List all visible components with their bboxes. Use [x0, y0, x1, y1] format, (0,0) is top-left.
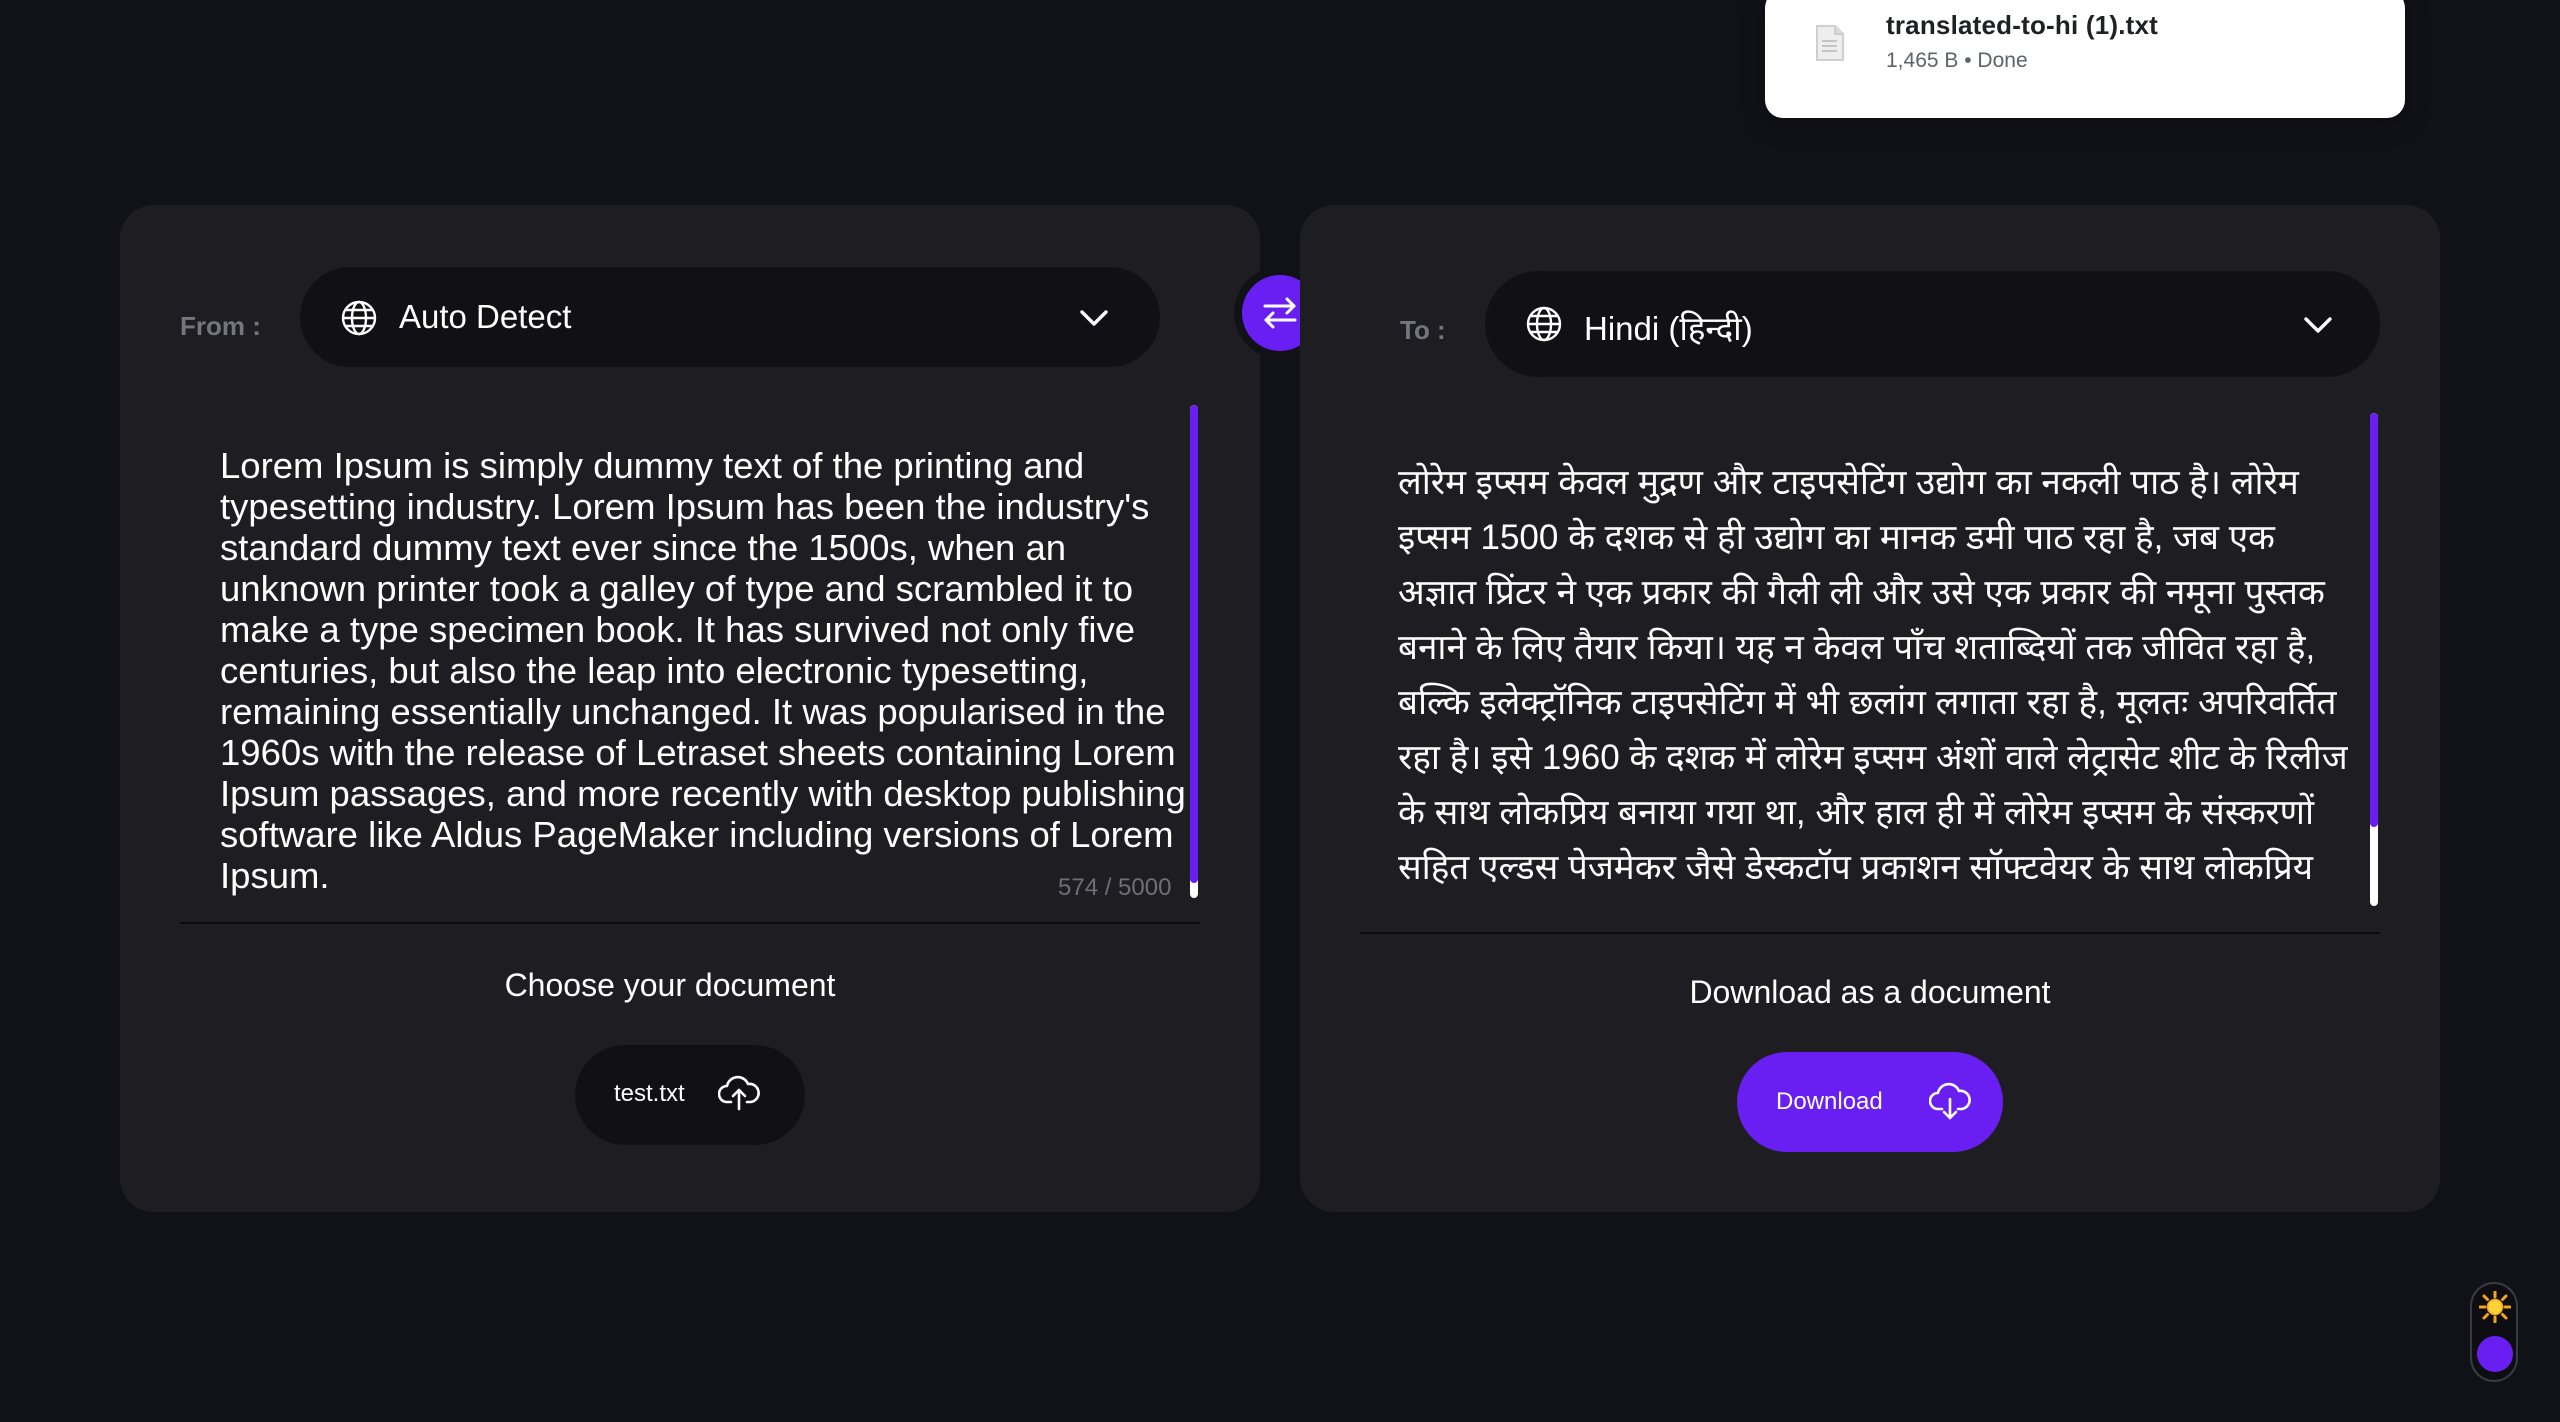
translated-text-area[interactable]: लोरेम इप्सम केवल मुद्रण और टाइपसेटिंग उद…	[1398, 455, 2348, 895]
target-language-select[interactable]: Hindi (हिन्दी)	[1485, 271, 2380, 377]
target-scrollbar[interactable]	[2370, 413, 2378, 906]
theme-toggle[interactable]	[2470, 1282, 2518, 1382]
source-divider	[180, 922, 1200, 924]
target-scrollbar-thumb[interactable]	[2370, 413, 2378, 827]
download-popup[interactable]: translated-to-hi (1).txt 1,465 B • Done	[1765, 0, 2405, 118]
source-language-select[interactable]: Auto Detect	[300, 267, 1160, 367]
download-file-name: translated-to-hi (1).txt	[1886, 10, 2159, 40]
source-panel: From : Auto Detect Lorem Ipsum is simply…	[120, 205, 1260, 1212]
target-divider	[1360, 932, 2380, 934]
target-language-value: Hindi (हिन्दी)	[1584, 310, 1753, 347]
file-icon	[1816, 25, 1844, 61]
cloud-download-icon	[1929, 1082, 1971, 1120]
download-button[interactable]: Download	[1737, 1052, 2003, 1152]
character-count: 574 / 5000	[1058, 874, 1172, 901]
to-label: To :	[1400, 315, 1446, 345]
chevron-down-icon	[2304, 317, 2332, 333]
choose-document-label: Choose your document	[504, 967, 836, 1003]
source-scrollbar[interactable]	[1190, 405, 1198, 898]
download-document-label: Download as a document	[1689, 974, 2051, 1010]
from-label: From :	[180, 311, 261, 341]
file-name-label: test.txt	[614, 1080, 685, 1107]
download-button-label: Download	[1776, 1088, 1883, 1115]
source-text-area[interactable]: Lorem Ipsum is simply dummy text of the …	[220, 445, 1220, 1105]
source-scrollbar-thumb[interactable]	[1190, 405, 1198, 883]
chevron-down-icon	[1080, 310, 1108, 326]
translator-app: translated-to-hi (1).txt 1,465 B • Done …	[0, 0, 2560, 1422]
source-language-value: Auto Detect	[399, 298, 572, 335]
download-file-meta: 1,465 B • Done	[1886, 49, 2028, 72]
theme-toggle-knob[interactable]	[2477, 1336, 2513, 1372]
sun-icon	[2479, 1291, 2511, 1323]
globe-icon	[1526, 306, 1562, 342]
swap-arrows-icon	[1263, 297, 1297, 329]
cloud-upload-icon	[718, 1075, 760, 1111]
choose-file-button[interactable]: test.txt	[575, 1045, 805, 1145]
globe-icon	[341, 300, 377, 336]
target-panel: To : Hindi (हिन्दी) लोरेम इप्सम केवल मुद…	[1300, 205, 2440, 1212]
